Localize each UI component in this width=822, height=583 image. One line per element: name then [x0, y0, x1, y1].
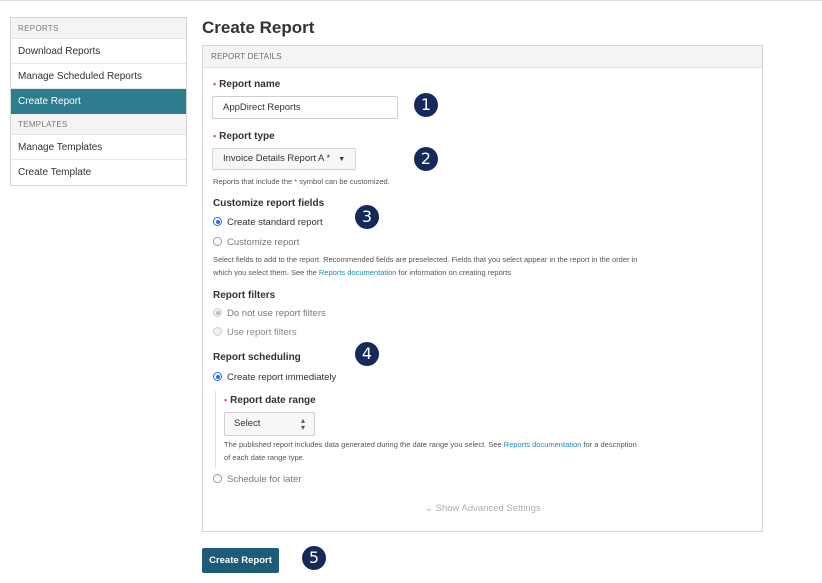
- radio-unchecked-icon: [213, 474, 222, 483]
- show-advanced-settings-toggle[interactable]: ⌄ Show Advanced Settings: [425, 503, 541, 514]
- report-name-input[interactable]: AppDirect Reports: [212, 96, 398, 119]
- required-mark: •: [213, 79, 217, 89]
- report-date-range-select[interactable]: Select ▴ ▾: [224, 412, 315, 436]
- radio-disabled-icon: [213, 327, 222, 336]
- customize-fields-label: Customize report fields: [213, 198, 325, 209]
- radio-label: Do not use report filters: [227, 308, 326, 319]
- report-type-label: • Report type: [213, 131, 275, 142]
- sidebar-section-reports: REPORTS: [11, 18, 186, 39]
- radio-checked-icon: [213, 217, 222, 226]
- customize-help-line2: which you select them. See the Reports d…: [213, 266, 758, 279]
- radio-schedule-later[interactable]: Schedule for later: [213, 474, 301, 488]
- reports-documentation-link[interactable]: Reports documentation: [504, 440, 582, 449]
- radio-checked-icon: [213, 372, 222, 381]
- report-filters-label: Report filters: [213, 290, 276, 301]
- sidebar-section-templates: TEMPLATES: [11, 114, 186, 135]
- report-date-range-label-text: Report date range: [230, 395, 316, 406]
- top-divider: [0, 0, 822, 1]
- advanced-settings-label: Show Advanced Settings: [435, 503, 541, 514]
- radio-label: Create report immediately: [227, 372, 337, 383]
- help-text: for a description: [581, 440, 637, 449]
- sidebar-item-download-reports[interactable]: Download Reports: [11, 39, 186, 64]
- date-range-value: Select: [234, 418, 261, 429]
- updown-arrows-icon: ▴ ▾: [300, 416, 305, 432]
- callout-badge-2: 2: [414, 147, 438, 171]
- sidebar-item-manage-templates[interactable]: Manage Templates: [11, 135, 186, 160]
- callout-badge-4: 4: [355, 342, 379, 366]
- report-date-range-label: • Report date range: [224, 395, 316, 406]
- callout-badge-1: 1: [414, 93, 438, 117]
- create-report-button[interactable]: Create Report: [202, 548, 279, 573]
- callout-badge-5: 5: [302, 546, 326, 570]
- radio-label: Create standard report: [227, 217, 323, 228]
- customize-help-line1: Select fields to add to the report. Reco…: [213, 255, 638, 264]
- report-name-label: • Report name: [213, 79, 280, 90]
- sidebar-nav: REPORTS Download Reports Manage Schedule…: [10, 17, 187, 186]
- sidebar-item-create-report[interactable]: Create Report: [11, 89, 186, 114]
- nested-indent-line: [215, 391, 216, 468]
- sidebar-item-manage-scheduled-reports[interactable]: Manage Scheduled Reports: [11, 64, 186, 89]
- sidebar-item-create-template[interactable]: Create Template: [11, 160, 186, 185]
- radio-label: Customize report: [227, 237, 300, 248]
- radio-create-standard-report[interactable]: Create standard report: [213, 217, 323, 231]
- help-text: The published report includes data gener…: [224, 440, 504, 449]
- date-range-help-line2: of each date range type.: [224, 453, 305, 462]
- radio-create-immediately[interactable]: Create report immediately: [213, 372, 336, 386]
- date-range-help: The published report includes data gener…: [224, 438, 754, 464]
- chevron-down-icon: ⌄: [425, 503, 433, 514]
- caret-down-icon: ▼: [338, 156, 346, 163]
- customize-help: Select fields to add to the report. Reco…: [213, 253, 758, 279]
- help-text: which you select them. See the: [213, 268, 319, 277]
- radio-use-report-filters[interactable]: Use report filters: [213, 327, 297, 341]
- report-name-label-text: Report name: [219, 79, 281, 90]
- radio-label: Schedule for later: [227, 474, 302, 485]
- radio-disabled-checked-icon: [213, 308, 222, 317]
- date-range-help-line1: The published report includes data gener…: [224, 438, 754, 451]
- page-title: Create Report: [202, 18, 315, 37]
- callout-badge-3: 3: [355, 205, 379, 229]
- required-mark: •: [224, 395, 228, 405]
- radio-unchecked-icon: [213, 237, 222, 246]
- report-type-select[interactable]: Invoice Details Report A * ▼: [212, 148, 357, 170]
- report-type-label-text: Report type: [219, 131, 275, 142]
- radio-label: Use report filters: [227, 327, 297, 338]
- required-mark: •: [213, 131, 217, 141]
- reports-documentation-link[interactable]: Reports documentation: [319, 268, 397, 277]
- panel-header: REPORT DETAILS: [203, 46, 762, 68]
- help-text: for information on creating reports: [396, 268, 512, 277]
- report-type-value: Invoice Details Report A *: [223, 153, 331, 164]
- report-type-help: Reports that include the * symbol can be…: [213, 177, 390, 186]
- radio-no-report-filters[interactable]: Do not use report filters: [213, 308, 326, 322]
- radio-customize-report[interactable]: Customize report: [213, 237, 299, 251]
- report-scheduling-label: Report scheduling: [213, 352, 301, 363]
